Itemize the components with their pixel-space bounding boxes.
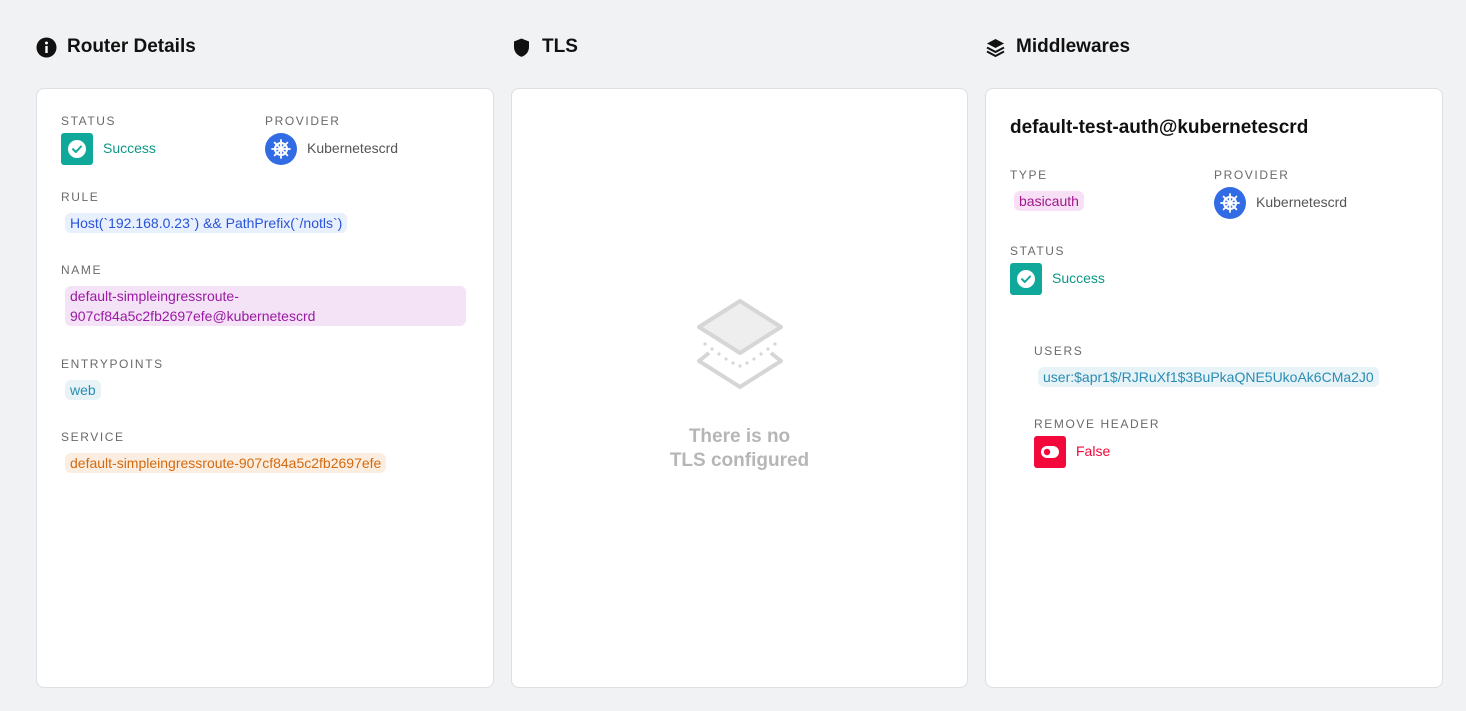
router-details-card: STATUS Success PROVIDER Kubernetescrd RU… (36, 88, 494, 688)
remove-header-value: False (1076, 443, 1111, 459)
layers-empty-icon (696, 299, 783, 389)
tls-empty-line-1: There is no (688, 426, 791, 447)
router-details-header: Router Details (36, 36, 196, 58)
mw-status-value: Success (1052, 270, 1105, 286)
entrypoint-chip: web (65, 380, 101, 400)
info-icon (36, 37, 57, 58)
tls-empty-line-2: TLS configured (669, 450, 810, 471)
kubernetes-icon (1214, 187, 1246, 219)
middleware-name: default-test-auth@kubernetescrd (1010, 117, 1309, 138)
middlewares-header: Middlewares (985, 36, 1130, 58)
service-label: SERVICE (61, 430, 125, 444)
check-circle-icon (1017, 270, 1035, 288)
kubernetes-icon (265, 133, 297, 165)
type-chip: basicauth (1014, 191, 1084, 211)
toggle-off-icon (1041, 446, 1059, 458)
remove-header-label: REMOVE HEADER (1034, 417, 1161, 431)
tls-title: TLS (542, 36, 578, 57)
entrypoints-label: ENTRYPOINTS (61, 357, 164, 371)
tls-card: There is no TLS configured (511, 88, 968, 688)
type-label: TYPE (1010, 168, 1048, 182)
rule-label: RULE (61, 190, 100, 204)
name-label: NAME (61, 263, 103, 277)
mw-provider-label: PROVIDER (1214, 168, 1290, 182)
mw-status-label: STATUS (1010, 244, 1066, 258)
rule-chip: Host(`192.168.0.23`) && PathPrefix(`/not… (65, 213, 348, 233)
users-label: USERS (1034, 344, 1084, 358)
middlewares-title: Middlewares (1016, 36, 1131, 57)
service-chip[interactable]: default-simpleingressroute-907cf84a5c2fb… (65, 453, 387, 473)
status-value: Success (103, 140, 156, 156)
status-success-badge (61, 133, 93, 165)
tls-header: TLS (511, 36, 578, 58)
layers-icon (985, 37, 1006, 58)
middlewares-card: default-test-auth@kubernetescrd TYPE bas… (985, 88, 1443, 688)
provider-value: Kubernetescrd (307, 140, 399, 156)
mw-status-success-badge (1010, 263, 1042, 295)
mw-provider-value: Kubernetescrd (1256, 194, 1348, 210)
router-details-title: Router Details (67, 36, 196, 57)
provider-label: PROVIDER (265, 114, 341, 128)
shield-icon (511, 37, 532, 58)
users-chip: user:$apr1$/RJRuXf1$3BuPkaQNE5UkoAk6CMa2… (1038, 367, 1379, 387)
status-label: STATUS (61, 114, 117, 128)
name-chip: default-simpleingressroute-907cf84a5c2fb… (65, 286, 466, 326)
remove-header-false-badge (1034, 436, 1066, 468)
check-circle-icon (68, 140, 86, 158)
tls-empty-state: There is no TLS configured (512, 297, 967, 473)
